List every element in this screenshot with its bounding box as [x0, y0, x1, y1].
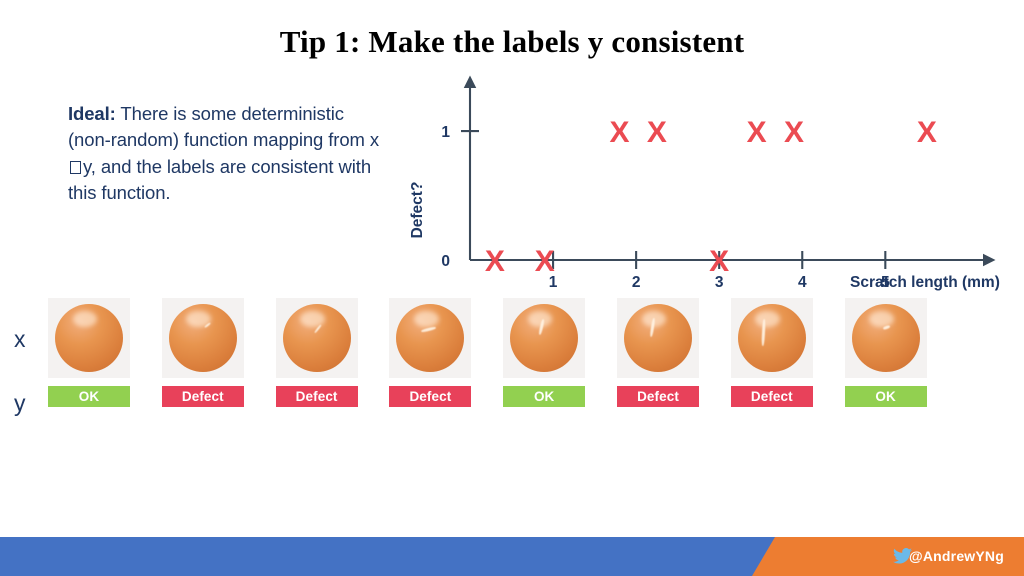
- phone-screen-photo: [503, 298, 586, 378]
- product-sphere: [737, 304, 806, 372]
- slide-canvas: Tip 1: Make the labels y consistent Idea…: [0, 0, 1024, 576]
- data-point-marker: X: [747, 116, 767, 149]
- ideal-note: Ideal: There is some deterministic (non-…: [68, 101, 388, 207]
- data-point-marker: X: [610, 116, 630, 149]
- data-point-marker: X: [647, 116, 667, 149]
- status-badge: OK: [844, 386, 927, 407]
- phone-screen-photo: [617, 298, 699, 378]
- highlight-gloss: [869, 310, 894, 328]
- example-item: OK: [48, 298, 130, 407]
- phone-screen-photo: [48, 298, 130, 378]
- y-axis-ticks: 01: [441, 124, 479, 270]
- status-badge: Defect: [275, 386, 358, 407]
- data-points: X X XX X X X X: [485, 116, 937, 278]
- scratch-mark: [420, 326, 436, 333]
- product-sphere: [282, 304, 351, 372]
- status-badge: OK: [503, 386, 586, 407]
- highlight-gloss: [414, 310, 439, 328]
- x-tick-label: 4: [798, 274, 807, 291]
- highlight-gloss: [755, 310, 780, 328]
- missing-glyph-box-icon: [70, 160, 81, 174]
- data-point-marker: X: [784, 116, 804, 149]
- phone-screen-photo: [275, 298, 358, 378]
- y-axis-label: Defect?: [409, 182, 426, 239]
- examples-strip: x y OK Defect Defect Defect OK Defect Defect OK: [0, 298, 1024, 418]
- ideal-note-body-part2: y, and the labels are consistent with th…: [68, 155, 372, 204]
- phone-screen-photo: [730, 298, 813, 378]
- product-sphere: [851, 304, 920, 372]
- example-item: Defect: [389, 298, 472, 407]
- example-item: Defect: [161, 298, 244, 407]
- product-sphere: [510, 304, 579, 372]
- status-badge: OK: [48, 386, 130, 407]
- data-point-marker: X: [485, 245, 505, 278]
- data-point-marker: X: [535, 245, 555, 278]
- example-item: Defect: [275, 298, 358, 407]
- row-label-x: x: [14, 326, 26, 352]
- status-badge: Defect: [617, 386, 699, 407]
- footer-bar: @AndrewYNg: [0, 537, 1024, 576]
- chart-svg: 01 12345 X X XX X X X X Defect? Scratch length…: [409, 75, 1000, 291]
- data-point-marker: X: [709, 245, 729, 278]
- phone-screen-photo: [844, 298, 927, 378]
- status-badge: Defect: [161, 386, 244, 407]
- product-sphere: [55, 304, 123, 372]
- y-tick-label: 0: [441, 253, 450, 270]
- page-title: Tip 1: Make the labels y consistent: [279, 24, 745, 59]
- phone-screen-photo: [161, 298, 244, 378]
- product-sphere: [168, 304, 237, 372]
- product-sphere: [396, 304, 465, 372]
- example-item: Defect: [730, 298, 813, 407]
- data-point-marker: X: [917, 116, 937, 149]
- product-sphere: [624, 304, 692, 372]
- highlight-gloss: [72, 310, 98, 328]
- example-item: OK: [844, 298, 927, 407]
- status-badge: Defect: [730, 386, 813, 407]
- phone-screen-photo: [389, 298, 472, 378]
- row-label-y: y: [14, 390, 26, 416]
- x-tick-label: 2: [632, 274, 641, 291]
- twitter-handle-label: @AndrewYNg: [909, 548, 1004, 564]
- scatter-chart: 01 12345 XXXXXXXX Defect? Scratch length…: [400, 70, 1024, 300]
- status-badge: Defect: [389, 386, 472, 407]
- example-item: OK: [503, 298, 586, 407]
- ideal-note-lead: Ideal:: [68, 103, 116, 124]
- x-axis-label: Scratch length (mm): [850, 274, 1000, 291]
- example-item: Defect: [617, 298, 699, 407]
- y-tick-label: 1: [441, 124, 450, 141]
